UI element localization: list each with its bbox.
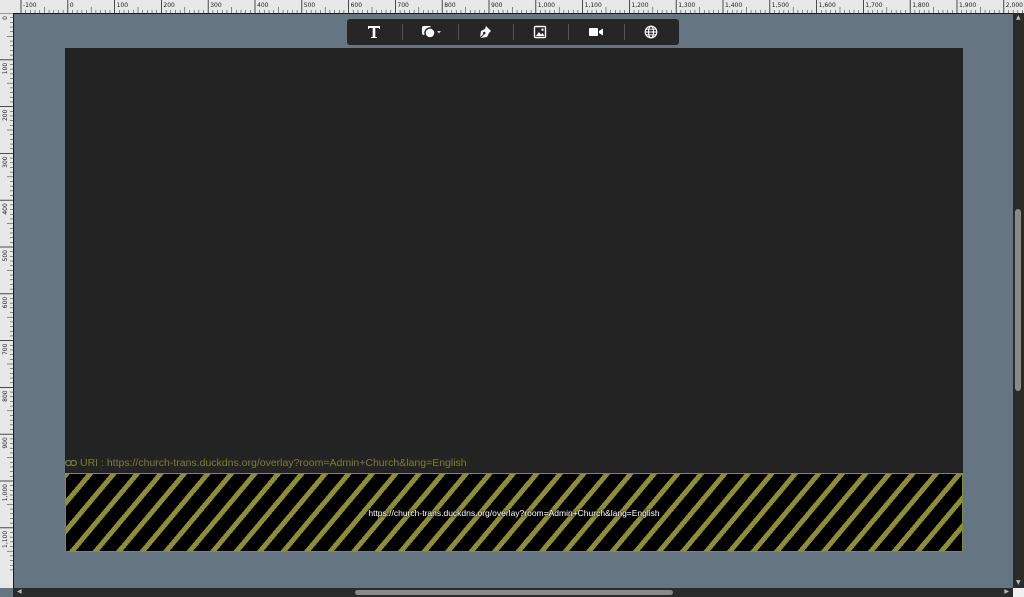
ruler-label: 1,000 [538, 2, 555, 9]
text-icon [368, 26, 380, 38]
ruler-label: -100 [23, 2, 37, 9]
ruler-label: 600 [351, 2, 363, 9]
ruler-label: 0 [2, 16, 9, 20]
ruler-label: 1,600 [819, 2, 836, 9]
uri-label-text: URI : https://church-trans.duckdns.org/o… [80, 457, 467, 469]
image-tool-button[interactable] [520, 19, 560, 45]
scroll-right-arrow-icon[interactable]: ▶ [1004, 589, 1009, 595]
horizontal-ruler: -100 0 100 200 300 400 500 600 700 800 900 1,000 1,1… [0, 0, 1024, 14]
ruler-label: 900 [491, 2, 503, 9]
ruler-label: 500 [304, 2, 316, 9]
ruler-label: 200 [163, 2, 175, 9]
pen-icon [479, 26, 491, 39]
toolbar-divider [624, 24, 625, 40]
ruler-label: 1,700 [865, 2, 882, 9]
insert-toolbar [347, 19, 679, 45]
shape-tool-button[interactable] [411, 19, 451, 45]
toolbar-divider [513, 24, 514, 40]
link-icon [65, 459, 77, 467]
toolbar-divider [402, 24, 403, 40]
ruler-label: 700 [2, 343, 9, 355]
ruler-label: 500 [2, 250, 9, 262]
ruler-label: 800 [2, 390, 9, 402]
ruler-label: 1,100 [585, 2, 602, 9]
ruler-label: 100 [117, 2, 129, 9]
toolbar-divider [568, 24, 569, 40]
ruler-label: 0 [70, 2, 74, 9]
toolbar-divider [458, 24, 459, 40]
pen-tool-button[interactable] [465, 19, 505, 45]
overlay-url-text: https://church-trans.duckdns.org/overlay… [368, 507, 660, 518]
horizontal-ruler-scale: -100 0 100 200 300 400 500 600 700 800 900 1,000 1,1… [20, 0, 1023, 13]
ruler-label: 1,500 [772, 2, 789, 9]
shapes-icon [422, 26, 441, 39]
ruler-label: 800 [444, 2, 456, 9]
ruler-label: 1,800 [912, 2, 929, 9]
horizontal-scrollbar[interactable]: ◀ ▶ [13, 588, 1013, 597]
slide-canvas[interactable] [65, 48, 963, 473]
ruler-label: 400 [257, 2, 269, 9]
ruler-label: 700 [397, 2, 409, 9]
scroll-down-arrow-icon[interactable]: ▼ [1016, 580, 1021, 586]
ruler-label: 600 [2, 297, 9, 309]
scroll-left-arrow-icon[interactable]: ◀ [17, 589, 22, 595]
ruler-label: 300 [2, 156, 9, 168]
ruler-label: 1,300 [678, 2, 695, 9]
ruler-label: 1,900 [959, 2, 976, 9]
vertical-ruler: 0 100 200 300 400 500 600 700 800 900 1,000 1,100 [0, 13, 14, 588]
vertical-scrollbar[interactable]: ▲ ▼ [1013, 13, 1024, 588]
image-icon [533, 25, 547, 39]
vertical-ruler-scale: 0 100 200 300 400 500 600 700 800 900 1,000 1,100 [0, 13, 13, 571]
ruler-label: 300 [210, 2, 222, 9]
ruler-label: 400 [2, 203, 9, 215]
ruler-label: 900 [2, 437, 9, 449]
video-tool-button[interactable] [576, 19, 616, 45]
ruler-label: 2,000 [1006, 2, 1023, 9]
scroll-up-arrow-icon[interactable]: ▲ [1016, 15, 1021, 21]
web-tool-button[interactable] [631, 19, 671, 45]
video-icon [589, 28, 603, 36]
globe-icon [644, 25, 658, 39]
ruler-label: 1,200 [631, 2, 648, 9]
ruler-label: 1,100 [2, 531, 9, 548]
ruler-label: 100 [2, 63, 9, 75]
uri-label: URI : https://church-trans.duckdns.org/o… [65, 456, 467, 470]
ruler-label: 1,000 [2, 484, 9, 501]
horizontal-scrollbar-thumb[interactable] [355, 590, 673, 595]
ruler-label: 1,400 [725, 2, 742, 9]
text-tool-button[interactable] [354, 19, 394, 45]
ruler-label: 200 [2, 109, 9, 121]
scrollbar-corner [1013, 588, 1024, 597]
ruler-corner [0, 0, 13, 13]
web-overlay-element[interactable]: https://church-trans.duckdns.org/overlay… [65, 473, 963, 552]
vertical-scrollbar-thumb[interactable] [1015, 209, 1021, 391]
